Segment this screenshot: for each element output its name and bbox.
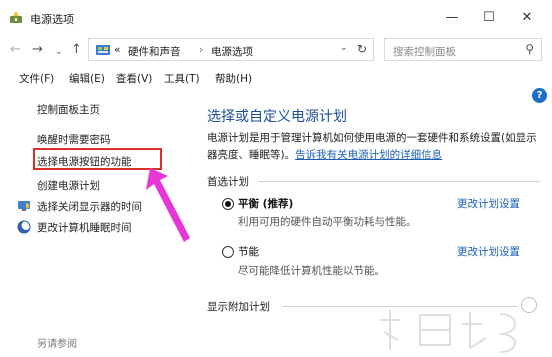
watermark	[380, 310, 516, 353]
control-panel-icon	[96, 45, 110, 55]
plan-balanced-radio[interactable]	[222, 198, 234, 210]
breadcrumb-overflow[interactable]: «	[114, 44, 120, 56]
breadcrumb-hardware-sound[interactable]: 硬件和声音	[128, 44, 181, 59]
plan-power-saver-description: 尽可能降低计算机性能以节能。	[238, 265, 385, 277]
search-placeholder: 搜索控制面板	[393, 46, 456, 58]
display-shield-icon	[18, 201, 30, 211]
address-row: ← → ⌄ ↑ « 硬件和声音 › 电源选项 ⌄ ↻ 搜索控制面板 ⚲	[0, 34, 552, 66]
menu-file[interactable]: 文件(F)	[19, 71, 54, 86]
refresh-icon[interactable]: ↻	[357, 42, 367, 56]
power-options-icon	[10, 11, 22, 23]
highlight-box	[33, 148, 162, 170]
maximize-button[interactable]: ☐	[471, 4, 507, 30]
window-title: 电源选项	[30, 13, 74, 26]
forward-arrow-icon[interactable]: →	[32, 43, 43, 57]
menu-bar: 文件(F) 编辑(E) 查看(V) 工具(T) 帮助(H)	[0, 66, 552, 88]
title-bar: 电源选项 — ☐ ✕	[0, 0, 552, 34]
back-arrow-icon[interactable]: ←	[10, 43, 21, 57]
search-icon[interactable]: ⚲	[525, 42, 534, 56]
search-box[interactable]: 搜索控制面板 ⚲	[384, 38, 542, 61]
sidebar-item-create-plan[interactable]: 创建电源计划	[37, 178, 100, 193]
plan-balanced-settings-link[interactable]: 更改计划设置	[457, 196, 520, 211]
preferred-plans-title: 首选计划	[207, 176, 249, 188]
menu-help[interactable]: 帮助(H)	[215, 71, 252, 86]
plan-balanced-description: 利用可用的硬件自动平衡功耗与性能。	[238, 216, 417, 228]
address-bar[interactable]: « 硬件和声音 › 电源选项 ⌄ ↻	[88, 38, 374, 61]
section-divider	[258, 181, 540, 182]
description-line-1: 电源计划是用于管理计算机如何使用电源的一套硬件和系统设置(如显示	[207, 132, 537, 144]
menu-edit[interactable]: 编辑(E)	[69, 71, 105, 86]
sidebar-item-sleep-time[interactable]: 更改计算机睡眠时间	[37, 220, 132, 235]
recent-locations-chevron-icon[interactable]: ⌄	[55, 45, 63, 59]
close-button[interactable]: ✕	[509, 4, 545, 30]
plan-power-saver-settings-link[interactable]: 更改计划设置	[457, 244, 520, 259]
sidebar-item-control-panel-home[interactable]: 控制面板主页	[37, 102, 100, 117]
plan-power-saver-radio[interactable]	[222, 246, 234, 258]
sidebar-item-display-off-time[interactable]: 选择关闭显示器的时间	[37, 199, 142, 214]
additional-plans-title[interactable]: 显示附加计划	[207, 299, 270, 314]
breadcrumb-separator: ›	[199, 44, 204, 56]
help-icon[interactable]: ?	[532, 88, 547, 103]
description-prefix: 器亮度、睡眠等)。	[207, 149, 296, 161]
page-title: 选择或自定义电源计划	[207, 109, 347, 125]
minimize-button[interactable]: —	[434, 4, 470, 30]
menu-view[interactable]: 查看(V)	[116, 71, 152, 86]
see-also-heading: 另请参阅	[37, 339, 77, 350]
menu-tools[interactable]: 工具(T)	[164, 71, 200, 86]
address-dropdown-icon[interactable]: ⌄	[340, 43, 348, 53]
power-plan-info-link[interactable]: 告诉我有关电源计划的详细信息	[295, 149, 442, 161]
plan-balanced-name[interactable]: 平衡 (推荐)	[238, 196, 293, 211]
sidebar-item-wake-password[interactable]: 唤醒时需要密码	[37, 132, 111, 147]
sleep-moon-icon	[17, 220, 31, 234]
description-line-2: 器亮度、睡眠等)。告诉我有关电源计划的详细信息	[207, 147, 442, 162]
plan-power-saver-name[interactable]: 节能	[238, 244, 259, 259]
up-arrow-icon[interactable]: ↑	[71, 43, 82, 57]
breadcrumb-power-options[interactable]: 电源选项	[211, 44, 253, 59]
